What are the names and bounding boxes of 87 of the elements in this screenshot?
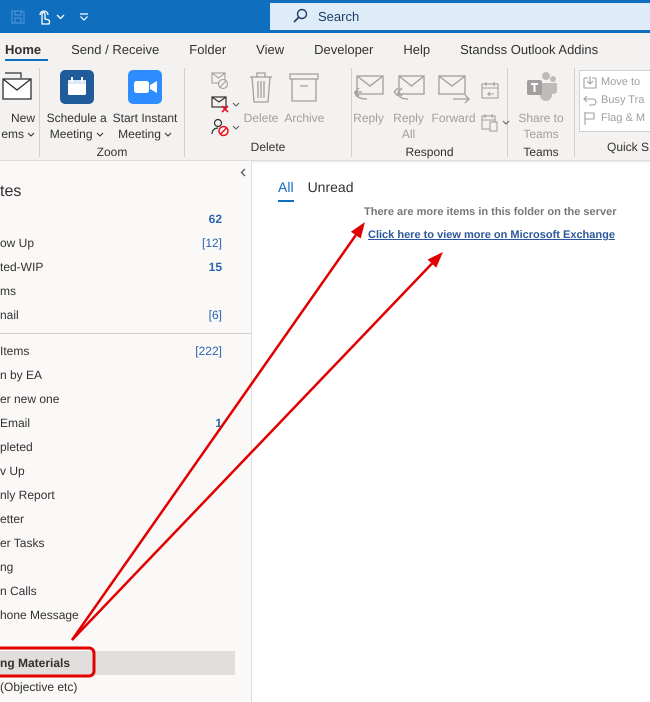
- ribbon-group-label: Quick S: [607, 139, 650, 156]
- ribbon-group-label: Respond: [405, 144, 454, 161]
- folder-item[interactable]: n by EA: [0, 363, 235, 387]
- folder-item[interactable]: pleted: [0, 435, 235, 459]
- folder-item[interactable]: Items [222]: [0, 339, 235, 363]
- ribbon-group-label: Teams: [523, 144, 559, 161]
- ribbon-button[interactable]: Start Instant Meeting: [110, 68, 180, 144]
- folder-item[interactable]: ted-WIP 15: [0, 255, 235, 279]
- folder-name: Email: [0, 416, 30, 430]
- envelope-delete-icon: [210, 94, 230, 114]
- tray-arrow-icon: [583, 75, 597, 89]
- ribbon-button[interactable]: Schedule a Meeting: [44, 68, 109, 144]
- server-notice: There are more items in this folder on the server: [364, 206, 616, 218]
- ribbon-icon-button[interactable]: [210, 117, 240, 137]
- folder-item[interactable]: ng: [0, 555, 235, 579]
- folder-name: nly Report: [0, 488, 55, 502]
- calendar-reply-icon: [480, 80, 500, 100]
- folder-name: ted-WIP: [0, 260, 44, 274]
- filter-tab[interactable]: Unread: [308, 179, 354, 202]
- folder-item[interactable]: n Calls: [0, 579, 235, 603]
- folder-item[interactable]: nail [6]: [0, 303, 235, 327]
- folder-name: n by EA: [0, 368, 42, 382]
- folder-name: er new one: [0, 392, 60, 406]
- ribbon-tab[interactable]: View: [244, 33, 296, 65]
- flag-icon: [583, 111, 597, 125]
- people-icon: [524, 70, 558, 104]
- ribbon-tab[interactable]: Developer: [302, 33, 386, 65]
- ribbon-tab[interactable]: Home: [0, 33, 54, 65]
- folder-count: 62: [208, 212, 222, 226]
- calendar-device-icon: [480, 112, 500, 132]
- person-block-icon: [210, 117, 230, 137]
- collapse-icon[interactable]: [240, 168, 246, 177]
- ribbon-group-label: Delete: [250, 139, 286, 156]
- folder-name: ng: [0, 560, 14, 574]
- folder-count: 15: [208, 260, 222, 274]
- ribbon-tab[interactable]: Standss Outlook Addins: [448, 33, 610, 65]
- folder-item[interactable]: er Tasks: [0, 531, 235, 555]
- envelope-block-icon: [210, 71, 230, 91]
- caret-icon: [502, 120, 510, 124]
- folder-item[interactable]: 62: [0, 207, 235, 231]
- folder-name: ms: [0, 284, 16, 298]
- folder-name: hone Message: [0, 608, 79, 622]
- customize-icon[interactable]: [79, 12, 89, 20]
- folder-name: (Objective etc): [0, 680, 78, 694]
- folder-item[interactable]: er new one: [0, 387, 235, 411]
- folder-name: ng Materials: [0, 656, 70, 670]
- caret-icon: [96, 132, 104, 136]
- folder-item[interactable]: ow Up [12]: [0, 231, 235, 255]
- undo-arrow-icon: [583, 93, 597, 107]
- ribbon-tab[interactable]: Send / Receive: [59, 33, 172, 65]
- search-field[interactable]: Search: [270, 3, 650, 30]
- folder-name: er Tasks: [0, 536, 44, 550]
- folder-name: n Calls: [0, 584, 37, 598]
- folder-item[interactable]: etter: [0, 507, 235, 531]
- folder-name: Items: [0, 344, 30, 358]
- folder-count: [12]: [202, 236, 222, 250]
- folder-name: ow Up: [0, 236, 34, 250]
- folder-name: v Up: [0, 464, 25, 478]
- calendar-icon: [60, 70, 94, 104]
- folder-item[interactable]: nly Report: [0, 483, 235, 507]
- caret-icon: [232, 102, 240, 106]
- folder-count: 1: [215, 416, 222, 430]
- caret-icon: [27, 132, 35, 136]
- folder-item[interactable]: v Up: [0, 459, 235, 483]
- ribbon-tab[interactable]: Help: [391, 33, 442, 65]
- ribbon-group-label: Zoom: [96, 144, 128, 161]
- video-camera-icon: [128, 70, 162, 104]
- search-icon: [292, 8, 308, 24]
- filter-tab[interactable]: All: [278, 179, 294, 202]
- folder-name: pleted: [0, 440, 33, 454]
- folder-item[interactable]: ms: [0, 279, 235, 303]
- folder-group-header[interactable]: tes: [0, 177, 30, 207]
- folder-count: [6]: [208, 308, 222, 322]
- ribbon-icon-button[interactable]: [210, 94, 240, 114]
- folder-item[interactable]: Email 1: [0, 411, 235, 435]
- caret-icon[interactable]: [56, 14, 65, 20]
- folder-count: [222]: [195, 344, 222, 358]
- exchange-link[interactable]: Click here to view more on Microsoft Exchange: [368, 229, 615, 241]
- folder-name: nail: [0, 308, 19, 322]
- caret-icon: [232, 124, 240, 130]
- folder-item[interactable]: hone Message: [0, 603, 235, 627]
- caret-icon: [164, 132, 172, 136]
- folder-name: etter: [0, 512, 24, 526]
- ribbon-button[interactable]: New ems: [0, 68, 39, 144]
- folder-item[interactable]: (Objective etc): [0, 675, 235, 699]
- ribbon-tab[interactable]: Folder: [177, 33, 238, 65]
- folder-item[interactable]: ng Materials: [0, 651, 235, 675]
